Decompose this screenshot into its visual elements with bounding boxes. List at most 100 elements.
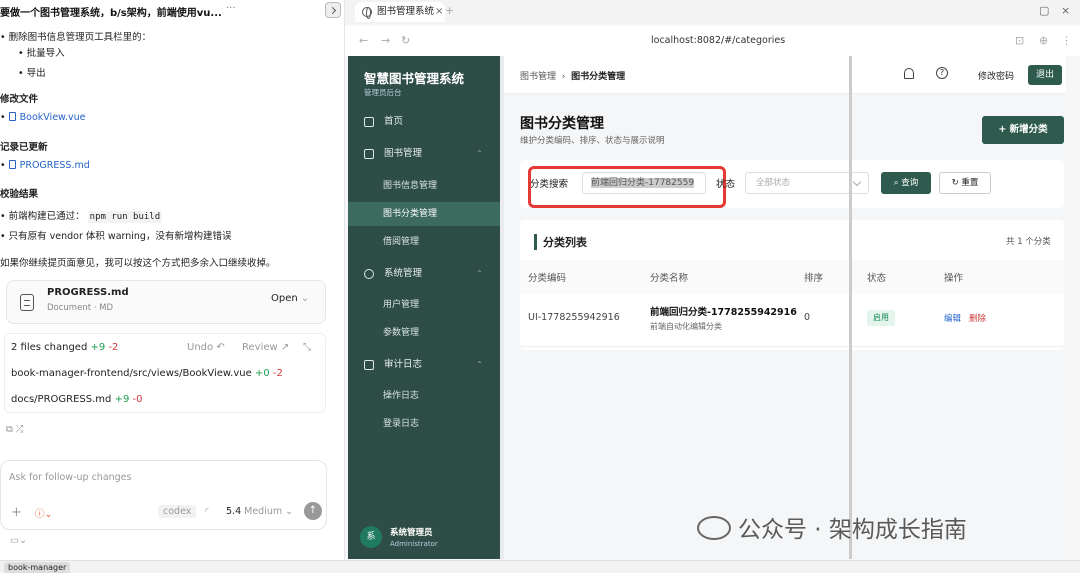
status-label: 状态: [716, 179, 736, 190]
sidebar-item-home[interactable]: 首页: [348, 110, 500, 134]
reload-icon[interactable]: ↻: [401, 34, 410, 47]
divider: [520, 346, 1064, 347]
add-icon[interactable]: +: [11, 505, 22, 520]
filter-bar: 分类搜索 前端回归分类-17782559 状态 全部状态 ⌕ 查询 ↻ 重置: [520, 160, 1064, 208]
chevron-up-icon: ⌃: [476, 149, 483, 158]
external-icon: ↗: [280, 342, 290, 353]
app-logo: 智慧图书管理系统: [364, 71, 465, 86]
change-password-button[interactable]: 修改密码: [978, 69, 1014, 82]
monitor-icon[interactable]: ▭⌄: [10, 535, 27, 546]
edit-button[interactable]: 编辑: [944, 312, 961, 324]
query-button[interactable]: ⌕ 查询: [881, 172, 931, 194]
breadcrumb-current: 图书分类管理: [571, 72, 626, 82]
new-tab-icon[interactable]: +: [445, 4, 454, 17]
forward-icon[interactable]: →: [381, 34, 390, 47]
extension-icon[interactable]: ⊕: [1039, 34, 1048, 47]
summary-text: 2 files changed: [11, 342, 88, 353]
send-button[interactable]: ↑: [304, 502, 322, 520]
column-header: 分类编码: [528, 273, 567, 284]
code-snippet: npm run build: [87, 211, 163, 223]
back-icon[interactable]: ←: [359, 34, 368, 47]
changed-file-row[interactable]: book-manager-frontend/src/views/BookView…: [11, 368, 283, 379]
category-name: 前端回归分类-1778255942916: [650, 307, 797, 318]
file-link[interactable]: BookView.vue: [20, 112, 86, 123]
sidebar-item-system[interactable]: 系统管理 ⌃: [348, 262, 500, 286]
followup-input[interactable]: Ask for follow-up changes + ⓘ⌄ codex ◜ 5…: [0, 460, 327, 530]
changed-file-row[interactable]: docs/PROGRESS.md +9 -0: [11, 394, 142, 405]
user-name: 系统管理员: [390, 528, 433, 538]
document-icon: [20, 294, 34, 311]
reset-button[interactable]: ↻ 重置: [939, 172, 991, 194]
sidebar-label: 图书管理: [384, 148, 423, 159]
list-item: • 批量导入: [18, 48, 65, 59]
wechat-icon: [697, 516, 731, 540]
sidebar-item-audit[interactable]: 审计日志 ⌃: [348, 353, 500, 377]
collapse-icon[interactable]: ⤡: [303, 342, 311, 353]
warning-icon[interactable]: ⓘ⌄: [35, 506, 52, 520]
changes-panel: 2 files changed +9 -2 Undo ↶ Review ↗ ⤡ …: [4, 333, 326, 413]
model-select[interactable]: 5.4 Medium ⌄: [226, 506, 293, 517]
screenshot-icon[interactable]: ⊡: [1015, 34, 1024, 47]
window-icon[interactable]: ▢: [1039, 4, 1049, 17]
review-button[interactable]: Review ↗: [242, 342, 289, 353]
sidebar-item-users[interactable]: 用户管理: [348, 293, 500, 317]
sidebar-item-books[interactable]: 图书管理 ⌃: [348, 142, 500, 166]
sidebar-label: 首页: [384, 116, 404, 127]
plus-count: +9: [114, 394, 130, 405]
terminal-icon[interactable]: [325, 2, 341, 18]
chevron-down-icon: ⌄: [285, 506, 294, 517]
delete-button[interactable]: 删除: [969, 312, 986, 324]
effort-level: Medium: [244, 506, 283, 517]
add-category-button[interactable]: + 新增分类: [982, 116, 1064, 144]
list-item: • 前端构建已通过： npm run build: [0, 211, 163, 223]
watermark: 公众号 · 架构成长指南: [738, 517, 967, 543]
modified-heading: 修改文件: [0, 94, 39, 105]
reset-label: 重置: [961, 178, 979, 188]
help-icon[interactable]: ?: [936, 67, 948, 79]
project-tag[interactable]: book-manager: [4, 562, 71, 573]
breadcrumb-parent[interactable]: 图书管理: [520, 72, 556, 82]
close-window-icon[interactable]: ×: [1061, 4, 1070, 17]
category-table: 分类列表 共 1 个分类 分类编码 分类名称 排序 状态 操作 UI-17782…: [520, 220, 1064, 350]
table-count: 共 1 个分类: [1006, 237, 1051, 247]
logout-button[interactable]: 退出: [1028, 65, 1062, 85]
bell-icon[interactable]: [904, 68, 914, 79]
more-icon[interactable]: ···: [226, 3, 236, 14]
menu-icon[interactable]: ⋮: [1061, 34, 1072, 47]
input-placeholder: Ask for follow-up changes: [9, 472, 132, 483]
sidebar-item-borrow[interactable]: 借阅管理: [348, 230, 500, 254]
globe-icon: [362, 7, 372, 19]
card-subtitle: Document · MD: [47, 303, 114, 313]
column-header: 操作: [944, 273, 964, 284]
browser-window: 图书管理系统 × + ▢ × ← → ↻ localhost:8082/#/ca…: [345, 0, 1080, 573]
open-button[interactable]: Open ⌄: [271, 293, 309, 304]
file-card[interactable]: PROGRESS.md Document · MD Open ⌄: [6, 280, 326, 324]
recorded-heading: 记录已更新: [0, 142, 48, 153]
open-label: Open: [271, 293, 298, 304]
table-title: 分类列表: [534, 234, 587, 250]
document-icon: [364, 360, 374, 370]
copy-icon[interactable]: ⧉ ⤮: [6, 424, 23, 435]
sidebar-label: 系统管理: [384, 268, 423, 279]
sidebar-item-login-log[interactable]: 登录日志: [348, 412, 500, 436]
file-path: book-manager-frontend/src/views/BookView…: [11, 368, 252, 379]
table-header: [520, 260, 1064, 294]
sidebar-item-op-log[interactable]: 操作日志: [348, 384, 500, 408]
scrollbar[interactable]: [849, 56, 852, 559]
undo-button[interactable]: Undo ↶: [187, 342, 225, 353]
close-icon[interactable]: ×: [435, 2, 443, 22]
sidebar-item-book-info[interactable]: 图书信息管理: [348, 174, 500, 198]
sidebar-item-book-category[interactable]: 图书分类管理: [348, 202, 500, 226]
browser-tab[interactable]: 图书管理系统 ×: [355, 2, 445, 22]
address-bar: ← → ↻ localhost:8082/#/categories ⊡ ⊕ ⋮: [345, 26, 1080, 56]
gear-icon: [364, 269, 374, 279]
file-link[interactable]: PROGRESS.md: [20, 160, 90, 171]
query-label: 查询: [901, 178, 919, 188]
chat-line: • 删除图书信息管理页工具栏里的：: [0, 32, 152, 43]
sidebar-item-params[interactable]: 参数管理: [348, 321, 500, 345]
model-tag[interactable]: codex: [158, 505, 197, 518]
web-app: 智慧图书管理系统 管理员后台 首页 图书管理 ⌃ 图书信息管理 图书分类管理 借阅…: [348, 56, 1066, 559]
avatar[interactable]: 系: [360, 526, 382, 548]
file-icon: [8, 112, 16, 121]
url-field[interactable]: localhost:8082/#/categories: [651, 35, 785, 46]
